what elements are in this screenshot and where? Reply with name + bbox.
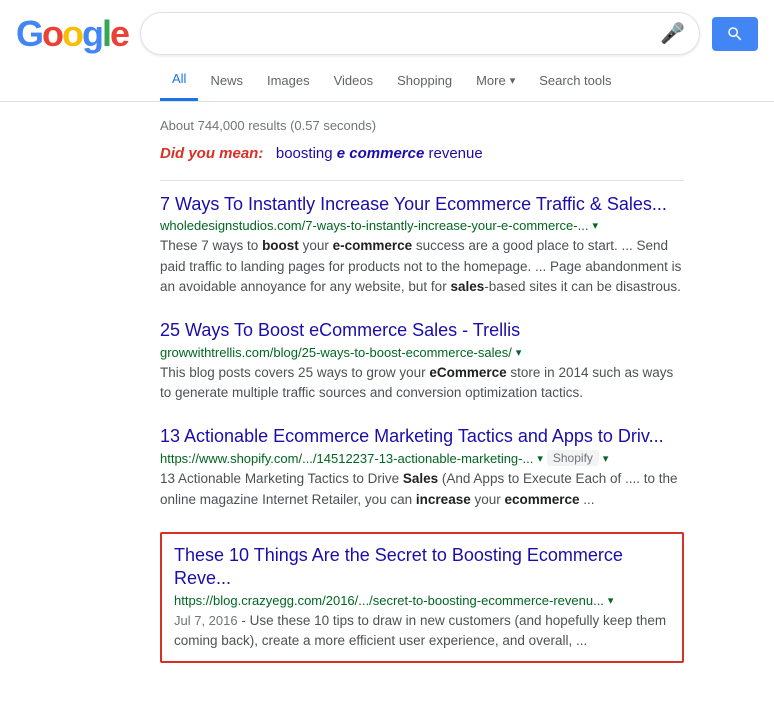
result-3-url-arrow[interactable]: ▾ <box>537 452 543 465</box>
result-2-url: growwithtrellis.com/blog/25-ways-to-boos… <box>160 345 512 360</box>
result-4-date: Jul 7, 2016 <box>174 613 238 628</box>
search-result-1: 7 Ways To Instantly Increase Your Ecomme… <box>160 193 684 297</box>
result-3-url: https://www.shopify.com/.../14512237-13-… <box>160 451 533 466</box>
nav-tabs: All News Images Videos Shopping More Sea… <box>0 59 774 102</box>
did-you-mean: Did you mean: boosting e commerce revenu… <box>160 145 684 162</box>
search-result-4: These 10 Things Are the Secret to Boosti… <box>160 532 684 663</box>
result-1-url: wholedesignstudios.com/7-ways-to-instant… <box>160 218 588 233</box>
search-result-2: 25 Ways To Boost eCommerce Sales - Trell… <box>160 319 684 403</box>
tab-shopping[interactable]: Shopping <box>385 61 464 100</box>
header: Google boosting ecommerce revenue 🎤 <box>0 0 774 55</box>
result-4-snippet: Jul 7, 2016 - Use these 10 tips to draw … <box>174 611 670 652</box>
search-icon <box>726 25 744 43</box>
result-1-url-row: wholedesignstudios.com/7-ways-to-instant… <box>160 218 684 233</box>
did-you-mean-label: Did you mean: <box>160 145 263 162</box>
result-4-url-row: https://blog.crazyegg.com/2016/.../secre… <box>174 593 670 608</box>
result-3-title[interactable]: 13 Actionable Ecommerce Marketing Tactic… <box>160 425 684 448</box>
result-4-url-arrow[interactable]: ▾ <box>608 594 614 607</box>
result-4-title[interactable]: These 10 Things Are the Secret to Boosti… <box>174 544 670 591</box>
result-2-url-arrow[interactable]: ▾ <box>516 346 522 359</box>
divider <box>160 180 684 181</box>
tab-videos[interactable]: Videos <box>322 61 386 100</box>
tab-search-tools[interactable]: Search tools <box>527 61 623 100</box>
tab-more[interactable]: More <box>464 61 527 100</box>
did-you-mean-link[interactable]: boosting e commerce revenue <box>276 145 483 162</box>
result-3-badge: Shopify <box>547 450 599 466</box>
result-2-url-row: growwithtrellis.com/blog/25-ways-to-boos… <box>160 345 684 360</box>
result-2-snippet: This blog posts covers 25 ways to grow y… <box>160 363 684 404</box>
result-2-title[interactable]: 25 Ways To Boost eCommerce Sales - Trell… <box>160 319 684 342</box>
result-1-snippet: These 7 ways to boost your e-commerce su… <box>160 236 684 297</box>
result-3-badge-arrow[interactable]: ▾ <box>603 452 609 465</box>
tab-news[interactable]: News <box>198 61 255 100</box>
result-1-url-arrow[interactable]: ▾ <box>592 219 598 232</box>
result-4-url: https://blog.crazyegg.com/2016/.../secre… <box>174 593 604 608</box>
google-logo[interactable]: Google <box>16 13 128 55</box>
tab-all[interactable]: All <box>160 59 198 101</box>
microphone-icon[interactable]: 🎤 <box>660 21 685 46</box>
results-count: About 744,000 results (0.57 seconds) <box>160 118 684 133</box>
search-results-container: About 744,000 results (0.57 seconds) Did… <box>0 102 700 701</box>
result-1-title[interactable]: 7 Ways To Instantly Increase Your Ecomme… <box>160 193 684 216</box>
search-input[interactable]: boosting ecommerce revenue <box>155 25 652 43</box>
search-bar-container: boosting ecommerce revenue 🎤 <box>140 12 700 55</box>
tab-images[interactable]: Images <box>255 61 322 100</box>
result-3-url-row: https://www.shopify.com/.../14512237-13-… <box>160 450 684 466</box>
result-3-snippet: 13 Actionable Marketing Tactics to Drive… <box>160 469 684 510</box>
search-result-3: 13 Actionable Ecommerce Marketing Tactic… <box>160 425 684 510</box>
search-button[interactable] <box>712 17 758 51</box>
